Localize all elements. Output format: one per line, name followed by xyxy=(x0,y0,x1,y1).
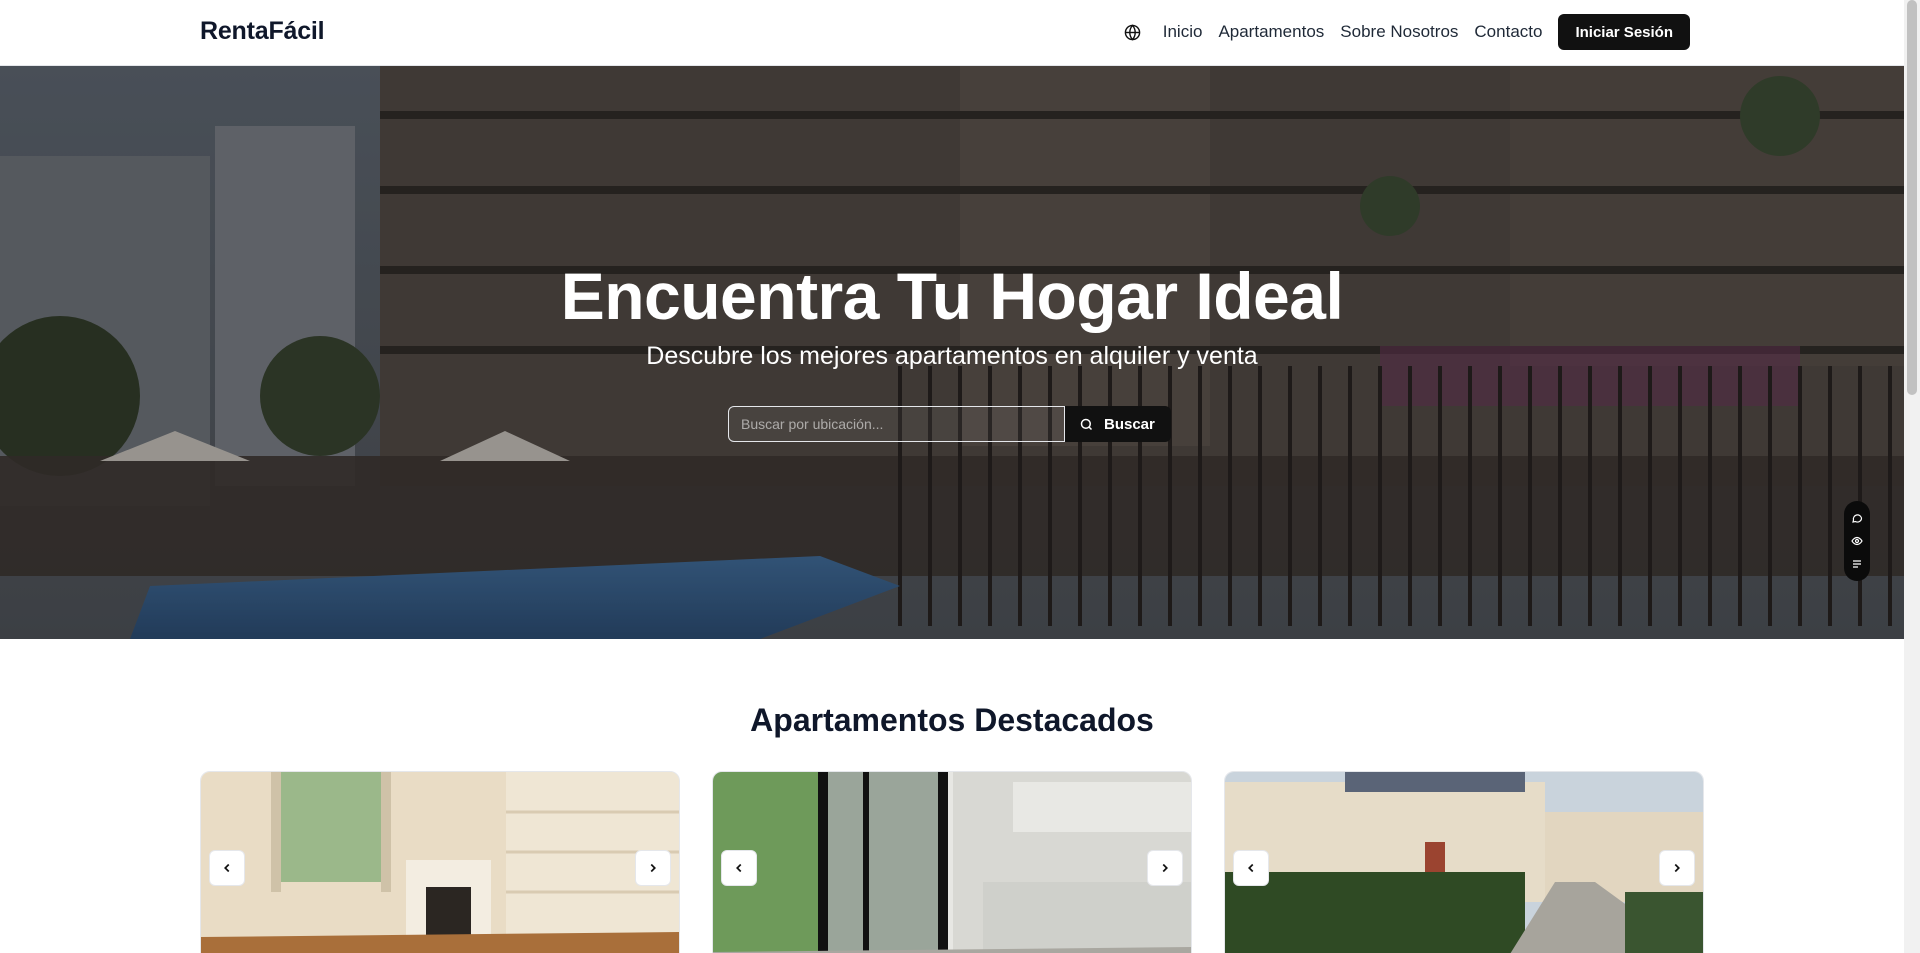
chevron-left-icon xyxy=(224,863,230,873)
chevron-right-icon xyxy=(1162,863,1168,873)
apartment-card[interactable] xyxy=(200,771,680,953)
main-nav: Inicio Apartamentos Sobre Nosotros Conta… xyxy=(1123,14,1690,50)
apartment-photo xyxy=(713,772,1191,953)
eye-icon[interactable] xyxy=(1850,534,1864,548)
carousel-next-button[interactable] xyxy=(1147,850,1183,886)
login-button[interactable]: Iniciar Sesión xyxy=(1558,14,1690,50)
chevron-right-icon xyxy=(1674,863,1680,873)
nav-link-inicio[interactable]: Inicio xyxy=(1163,22,1203,42)
carousel-prev-button[interactable] xyxy=(721,850,757,886)
chevron-right-icon xyxy=(650,863,656,873)
apartment-card[interactable] xyxy=(1224,771,1704,953)
apartment-photo xyxy=(201,772,679,953)
apartment-card[interactable] xyxy=(712,771,1192,953)
globe-icon[interactable] xyxy=(1123,22,1143,42)
search-button[interactable]: Buscar xyxy=(1065,406,1171,442)
search-bar: Buscar xyxy=(728,406,1171,442)
carousel-prev-button[interactable] xyxy=(1233,850,1269,886)
chevron-left-icon xyxy=(736,863,742,873)
carousel-next-button[interactable] xyxy=(1659,850,1695,886)
location-search-input[interactable] xyxy=(728,406,1065,442)
side-toolbar xyxy=(1844,501,1870,581)
site-header: RentaFácil Inicio Apartamentos Sobre Nos… xyxy=(0,0,1904,66)
nav-link-contacto[interactable]: Contacto xyxy=(1474,22,1542,42)
hero-title: Encuentra Tu Hogar Ideal xyxy=(560,259,1344,333)
featured-section-title: Apartamentos Destacados xyxy=(750,702,1154,738)
page-scrollbar[interactable] xyxy=(1904,0,1920,953)
scrollbar-thumb[interactable] xyxy=(1907,0,1917,395)
carousel-prev-button[interactable] xyxy=(209,850,245,886)
chevron-left-icon xyxy=(1248,863,1254,873)
nav-link-sobre-nosotros[interactable]: Sobre Nosotros xyxy=(1340,22,1458,42)
search-icon xyxy=(1080,418,1093,430)
apartment-photo xyxy=(1225,772,1703,953)
nav-link-apartamentos[interactable]: Apartamentos xyxy=(1218,22,1324,42)
search-button-label: Buscar xyxy=(1104,415,1155,433)
chat-icon[interactable] xyxy=(1850,511,1864,525)
list-icon[interactable] xyxy=(1850,557,1864,571)
brand-logo[interactable]: RentaFácil xyxy=(200,17,325,46)
carousel-next-button[interactable] xyxy=(635,850,671,886)
hero-banner: Encuentra Tu Hogar Ideal Descubre los me… xyxy=(0,66,1904,639)
hero-subtitle: Descubre los mejores apartamentos en alq… xyxy=(646,342,1258,370)
